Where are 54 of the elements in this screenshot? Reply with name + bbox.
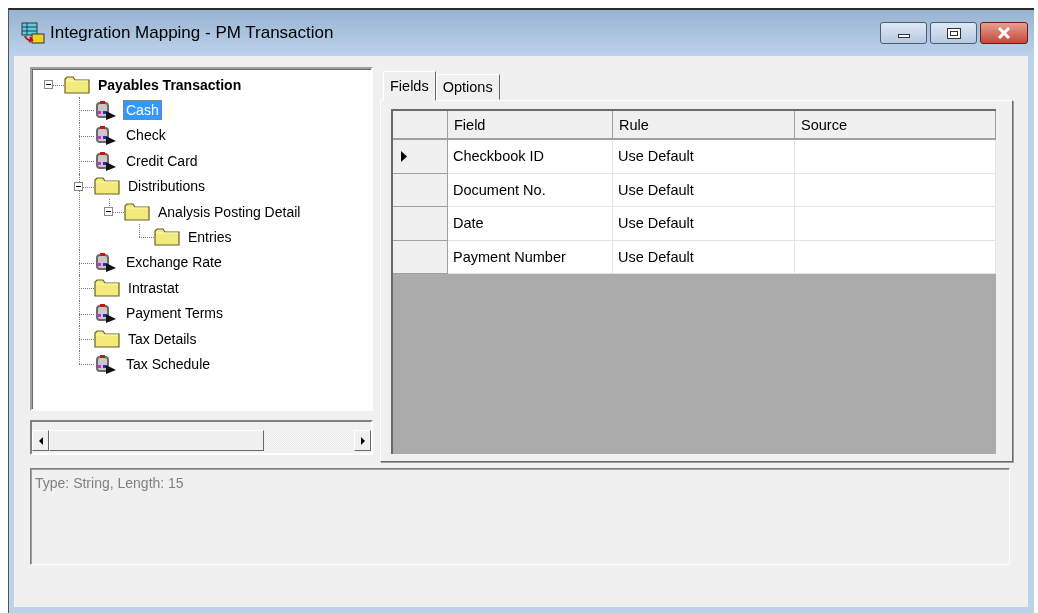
tree-item[interactable]: Credit Card <box>123 150 201 171</box>
table-cell: Payment Number <box>448 240 613 274</box>
table-cell: Use Default <box>613 240 795 274</box>
table-cell: Date <box>448 207 613 241</box>
collapse-toggle[interactable] <box>74 181 83 191</box>
tree-item[interactable]: Analysis Posting Detail <box>155 201 304 222</box>
tree-item[interactable]: Payables Transaction <box>95 74 245 95</box>
minimize-icon <box>897 34 910 38</box>
table-cell: Document No. <box>448 173 613 207</box>
cylinder-icon <box>94 125 118 146</box>
tree-item[interactable]: Intrastat <box>125 277 182 298</box>
close-button[interactable] <box>980 22 1028 44</box>
cylinder-icon <box>94 303 118 324</box>
tree-item[interactable]: Exchange Rate <box>123 252 225 273</box>
current-row-icon <box>401 150 407 162</box>
cylinder-icon <box>94 252 118 273</box>
column-header[interactable]: Rule <box>613 111 795 140</box>
folder-icon <box>64 75 90 94</box>
maximize-icon <box>946 27 961 39</box>
cylinder-icon <box>94 100 118 121</box>
folder-icon <box>154 228 180 247</box>
table-cell: Use Default <box>613 207 795 241</box>
scrollbar-thumb[interactable] <box>49 430 264 451</box>
cylinder-icon <box>94 354 118 374</box>
left-arrow-icon <box>38 436 43 445</box>
tree-item[interactable]: Entries <box>185 227 235 248</box>
close-icon <box>997 27 1011 39</box>
cylinder-icon <box>94 150 118 171</box>
right-arrow-icon <box>360 436 365 445</box>
scroll-left-button[interactable] <box>32 430 49 451</box>
folder-icon <box>94 278 120 297</box>
table-cell: Checkbook ID <box>448 140 613 174</box>
folder-icon <box>94 177 120 196</box>
minimize-button[interactable] <box>880 22 927 44</box>
tab[interactable]: Fields <box>383 71 436 101</box>
table-cell: Use Default <box>613 173 795 207</box>
tree-item[interactable]: Distributions <box>125 176 209 197</box>
column-header[interactable]: Source <box>795 111 996 140</box>
table-cell: Use Default <box>613 140 795 174</box>
description-text: Type: String, Length: 15 <box>35 475 185 491</box>
window-title: Integration Mapping - PM Transaction <box>50 23 335 43</box>
folder-icon <box>94 329 120 348</box>
folder-icon <box>124 202 150 221</box>
tree-item[interactable]: Tax Schedule <box>123 354 214 374</box>
tab[interactable]: Options <box>435 74 500 100</box>
column-header[interactable]: Field <box>448 111 613 140</box>
tree-item[interactable]: Payment Terms <box>123 303 226 324</box>
collapse-toggle[interactable] <box>44 80 53 89</box>
maximize-button[interactable] <box>930 22 977 44</box>
collapse-toggle[interactable] <box>104 206 113 216</box>
app-icon <box>21 22 45 44</box>
scroll-right-button[interactable] <box>354 430 371 451</box>
tree-item[interactable]: Tax Details <box>125 328 200 349</box>
tree-item[interactable]: Check <box>123 125 169 146</box>
